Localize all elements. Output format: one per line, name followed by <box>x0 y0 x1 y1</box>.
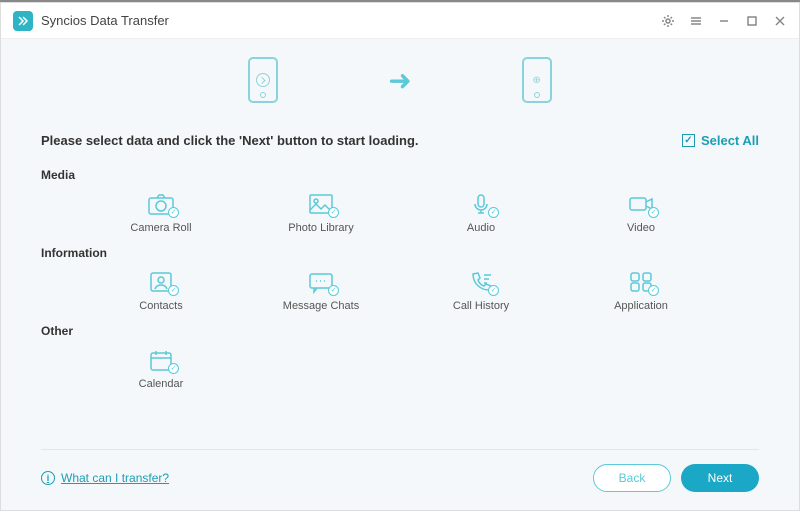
app-title: Syncios Data Transfer <box>41 13 661 28</box>
gear-icon[interactable] <box>661 14 675 28</box>
footer: i What can I transfer? Back Next <box>41 449 759 510</box>
calendar-icon <box>147 348 175 372</box>
item-label: Video <box>627 222 655 234</box>
item-label: Message Chats <box>283 300 359 312</box>
application-icon <box>627 270 655 294</box>
camera-icon <box>147 192 175 216</box>
next-button[interactable]: Next <box>681 464 759 492</box>
item-label: Calendar <box>139 378 184 390</box>
section-information: Information Contacts Message Chats <box>41 246 759 312</box>
item-label: Call History <box>453 300 509 312</box>
section-title: Other <box>41 324 759 338</box>
close-icon[interactable] <box>773 14 787 28</box>
item-label: Contacts <box>139 300 182 312</box>
item-camera-roll[interactable]: Camera Roll <box>81 192 241 234</box>
section-title: Information <box>41 246 759 260</box>
titlebar: Syncios Data Transfer <box>1 3 799 39</box>
minimize-icon[interactable] <box>717 14 731 28</box>
select-all-toggle[interactable]: Select All <box>682 133 759 148</box>
information-grid: Contacts Message Chats Call History <box>41 270 759 312</box>
item-message-chats[interactable]: Message Chats <box>241 270 401 312</box>
item-label: Photo Library <box>288 222 353 234</box>
section-media: Media Camera Roll Photo Library <box>41 168 759 234</box>
video-icon <box>627 192 655 216</box>
device-row: ➜ ⊕ <box>41 39 759 125</box>
menu-icon[interactable] <box>689 14 703 28</box>
contacts-icon <box>147 270 175 294</box>
maximize-icon[interactable] <box>745 14 759 28</box>
app-window: Syncios Data Transfer ➜ ⊕ Please select … <box>0 2 800 511</box>
item-video[interactable]: Video <box>561 192 721 234</box>
window-controls <box>661 14 787 28</box>
select-all-label: Select All <box>701 133 759 148</box>
select-all-checkbox-icon <box>682 134 695 147</box>
section-title: Media <box>41 168 759 182</box>
item-label: Application <box>614 300 668 312</box>
help-link[interactable]: i What can I transfer? <box>41 471 169 485</box>
item-label: Audio <box>467 222 495 234</box>
source-phone-icon <box>248 57 278 103</box>
section-other: Other Calendar <box>41 324 759 390</box>
other-grid: Calendar <box>41 348 759 390</box>
item-audio[interactable]: Audio <box>401 192 561 234</box>
item-calendar[interactable]: Calendar <box>81 348 241 390</box>
arrow-icon: ➜ <box>388 64 411 97</box>
call-icon <box>467 270 495 294</box>
info-icon: i <box>41 471 55 485</box>
item-contacts[interactable]: Contacts <box>81 270 241 312</box>
item-application[interactable]: Application <box>561 270 721 312</box>
app-logo <box>13 11 33 31</box>
target-phone-icon: ⊕ <box>522 57 552 103</box>
photo-icon <box>307 192 335 216</box>
footer-buttons: Back Next <box>593 464 759 492</box>
main-content: ➜ ⊕ Please select data and click the 'Ne… <box>1 39 799 510</box>
help-text: What can I transfer? <box>61 471 169 485</box>
media-grid: Camera Roll Photo Library Audio <box>41 192 759 234</box>
message-icon <box>307 270 335 294</box>
instruction-text: Please select data and click the 'Next' … <box>41 133 419 148</box>
item-label: Camera Roll <box>130 222 191 234</box>
instruction-row: Please select data and click the 'Next' … <box>41 125 759 168</box>
item-photo-library[interactable]: Photo Library <box>241 192 401 234</box>
back-button[interactable]: Back <box>593 464 671 492</box>
item-call-history[interactable]: Call History <box>401 270 561 312</box>
audio-icon <box>467 192 495 216</box>
